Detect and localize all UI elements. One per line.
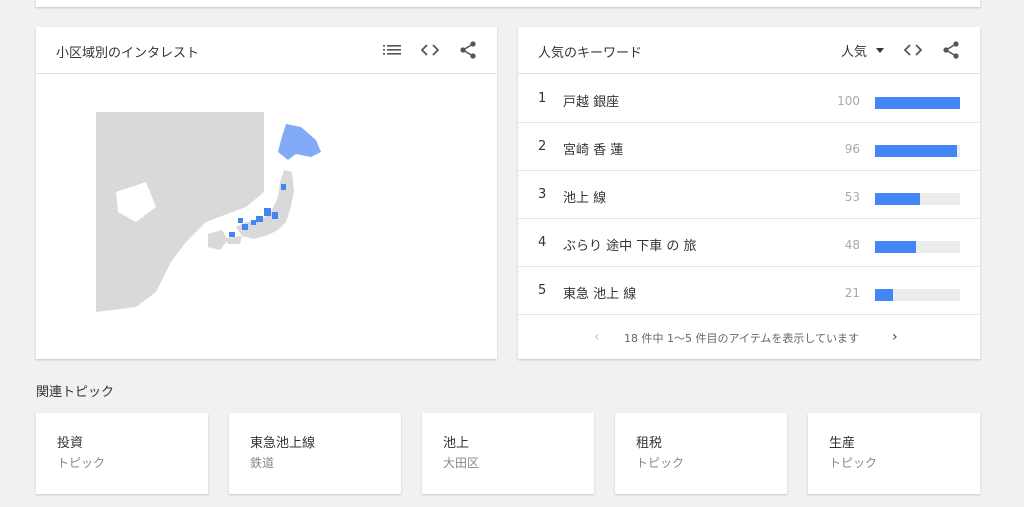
sort-dropdown-label: 人気	[840, 44, 867, 60]
keyword-bar-track	[875, 97, 960, 109]
keyword-value: 53	[844, 190, 860, 204]
topic-type: 鉄道	[250, 456, 275, 470]
sort-dropdown[interactable]: 人気	[841, 41, 884, 60]
keyword-bar-fill	[875, 97, 960, 109]
subregion-card-header: 小区域別のインタレスト	[36, 27, 497, 74]
prefecture-tokyo	[264, 208, 271, 216]
subregion-card-title: 小区域別のインタレスト	[56, 46, 200, 61]
related-topic-card[interactable]: 生産 トピック	[808, 413, 980, 494]
next-page-chevron-icon[interactable]: ›	[892, 329, 898, 345]
popular-keywords-card: 人気のキーワード 人気 1 戸越 銀座 100 2 宮崎 香 蓮 96 3 池上…	[518, 27, 980, 359]
keyword-value: 21	[844, 286, 860, 300]
pagination-text: 18 件中 1〜5 件目のアイテムを表示しています	[624, 332, 860, 345]
topic-name: 投資	[57, 436, 84, 451]
keyword-rank: 4	[538, 235, 547, 250]
embed-icon[interactable]	[902, 39, 924, 61]
keyword-bar-track	[875, 193, 960, 205]
prefecture-aichi	[251, 220, 256, 225]
list-icon[interactable]	[381, 39, 403, 61]
keyword-rank: 1	[538, 91, 547, 106]
prefecture-miyagi	[281, 184, 286, 190]
keyword-text[interactable]: 戸越 銀座	[563, 91, 619, 110]
keyword-value: 96	[844, 142, 860, 156]
related-topic-card[interactable]: 租税 トピック	[615, 413, 787, 494]
topic-type: トピック	[636, 456, 685, 470]
related-topics-title: 関連トピック	[36, 385, 115, 400]
previous-card-bottom	[36, 0, 980, 7]
embed-icon[interactable]	[419, 39, 441, 61]
keyword-value: 100	[837, 94, 860, 108]
related-topic-card[interactable]: 池上 大田区	[422, 413, 594, 494]
prev-page-chevron-icon[interactable]: ‹	[594, 329, 600, 345]
topic-name: 生産	[829, 436, 856, 451]
keywords-card-title: 人気のキーワード	[538, 46, 643, 61]
keyword-text[interactable]: 池上 線	[563, 187, 606, 206]
caret-down-icon	[876, 47, 884, 53]
keyword-row[interactable]: 5 東急 池上 線 21	[518, 267, 980, 315]
prefecture-osaka	[242, 224, 248, 230]
prefecture-hiroshima	[229, 232, 235, 237]
prefecture-kanagawa	[256, 216, 263, 222]
keyword-text[interactable]: 宮崎 香 蓮	[563, 139, 623, 158]
share-icon[interactable]	[457, 39, 479, 61]
prefecture-chiba	[272, 212, 278, 219]
keyword-value: 48	[844, 238, 860, 252]
keyword-text[interactable]: ぶらり 途中 下車 の 旅	[563, 235, 697, 254]
topic-name: 東急池上線	[250, 436, 316, 451]
japan-region-map[interactable]	[96, 112, 354, 322]
topic-name: 租税	[636, 436, 663, 451]
related-topic-card[interactable]: 投資 トピック	[36, 413, 208, 494]
keyword-rank: 2	[538, 139, 547, 154]
keyword-row[interactable]: 3 池上 線 53	[518, 171, 980, 219]
topic-type: トピック	[829, 456, 878, 470]
keyword-bar-track	[875, 241, 960, 253]
keyword-bar-fill	[875, 145, 957, 157]
keyword-row[interactable]: 4 ぶらり 途中 下車 の 旅 48	[518, 219, 980, 267]
topic-type: トピック	[57, 456, 106, 470]
prefecture-kyoto	[238, 218, 243, 223]
keyword-text[interactable]: 東急 池上 線	[563, 283, 636, 302]
share-icon[interactable]	[940, 39, 962, 61]
keyword-row[interactable]: 1 戸越 銀座 100	[518, 75, 980, 123]
keyword-bar-track	[875, 289, 960, 301]
topic-type: 大田区	[443, 456, 480, 470]
keyword-pagination: ‹ 18 件中 1〜5 件目のアイテムを表示しています ›	[518, 327, 980, 347]
subregion-interest-card: 小区域別のインタレスト	[36, 27, 497, 359]
keyword-bar-fill	[875, 193, 921, 205]
keyword-rank: 5	[538, 283, 547, 298]
topic-name: 池上	[443, 436, 470, 451]
keyword-bar-fill	[875, 289, 893, 301]
keyword-bar-track	[875, 145, 960, 157]
keyword-bar-fill	[875, 241, 916, 253]
keyword-row[interactable]: 2 宮崎 香 蓮 96	[518, 123, 980, 171]
keywords-card-header: 人気のキーワード 人気	[518, 27, 980, 74]
related-topic-card[interactable]: 東急池上線 鉄道	[229, 413, 401, 494]
keyword-rank: 3	[538, 187, 547, 202]
